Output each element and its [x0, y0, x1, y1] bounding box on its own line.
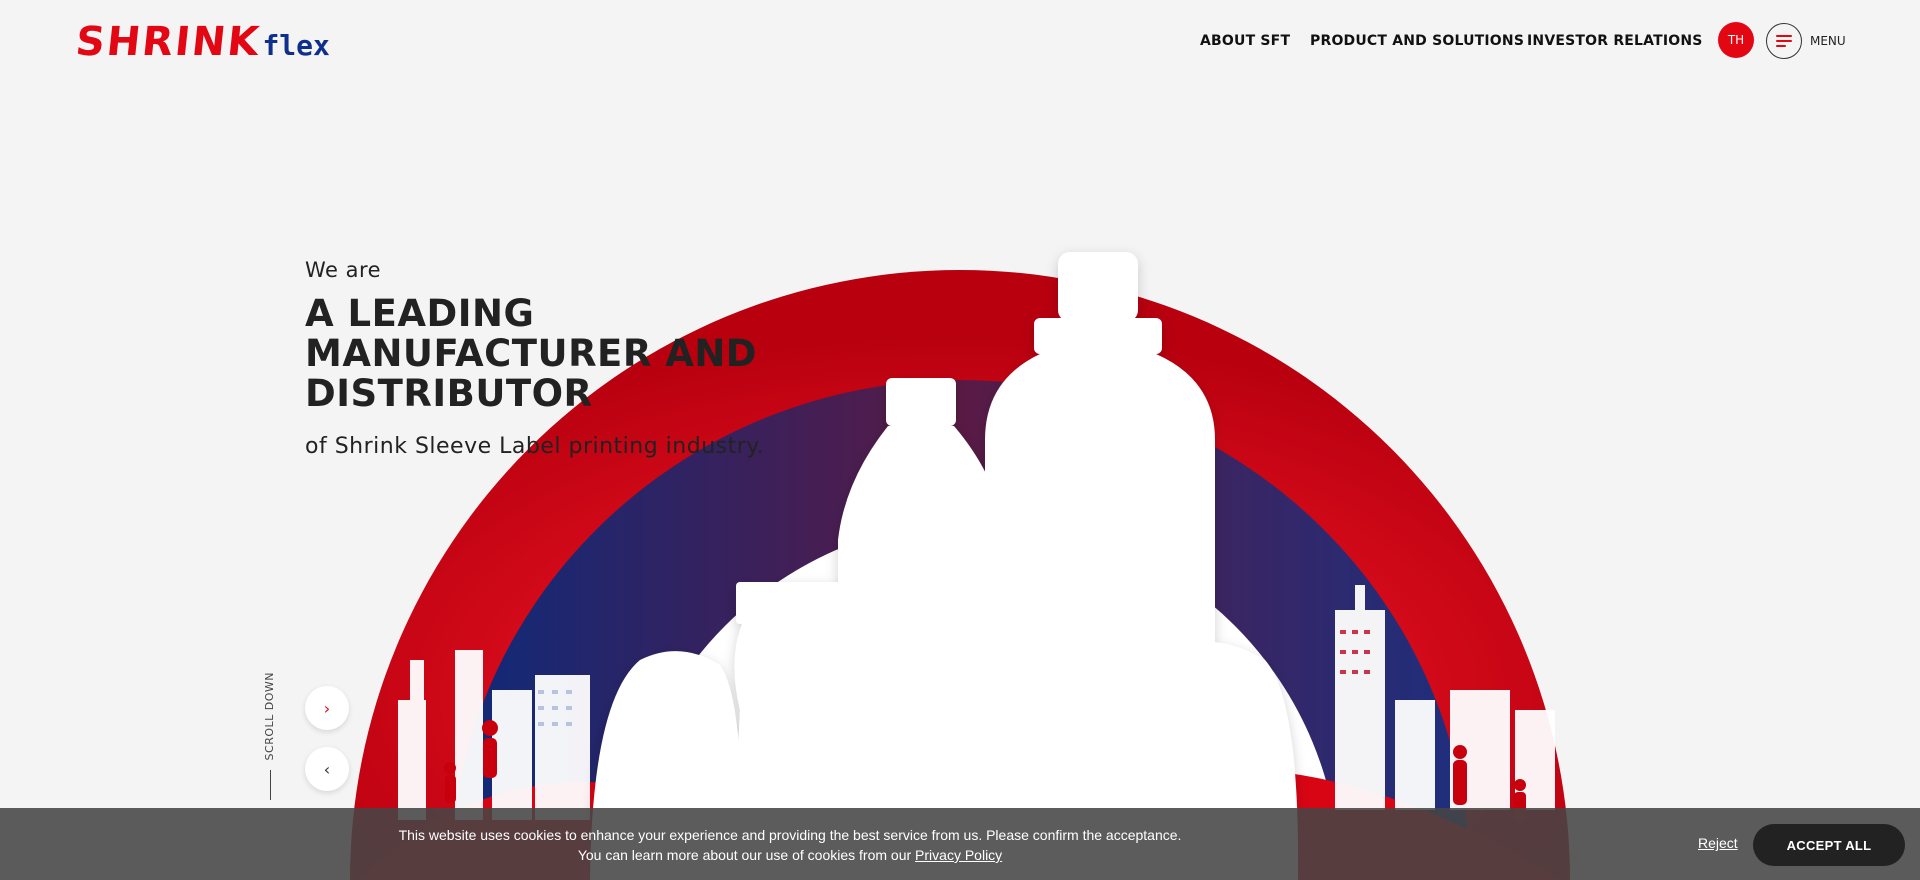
cookie-line-1: This website uses cookies to enhance you… [398, 827, 1182, 843]
brand-logo[interactable]: SHRINK flex [73, 18, 330, 65]
next-slide-button[interactable]: › [305, 686, 349, 730]
site-header: SHRINK flex ABOUT SFT PRODUCT AND SOLUTI… [0, 0, 1920, 82]
cookie-line-2: You can learn more about our use of cook… [340, 845, 1240, 865]
nav-products[interactable]: PRODUCT AND SOLUTIONS [1310, 33, 1524, 49]
headline-line-1: A LEADING [305, 292, 535, 335]
chevron-right-icon: › [323, 698, 331, 718]
logo-main: SHRINK [73, 19, 263, 65]
scroll-indicator-line [270, 770, 271, 800]
nav-investor[interactable]: INVESTOR RELATIONS [1527, 33, 1703, 49]
prev-slide-button[interactable]: ‹ [305, 747, 349, 791]
logo-sub: flex [262, 29, 330, 62]
headline-line-2: MANUFACTURER AND [305, 332, 758, 375]
cookie-consent-bar: This website uses cookies to enhance you… [0, 808, 1920, 880]
hero-text: We are A LEADING MANUFACTURER AND DISTRI… [305, 258, 785, 459]
menu-button[interactable] [1766, 23, 1802, 59]
hamburger-icon [1776, 35, 1792, 37]
chevron-left-icon: ‹ [323, 759, 331, 779]
cookie-line-2-text: You can learn more about our use of cook… [577, 847, 916, 863]
hero-intro: We are [305, 258, 382, 282]
hero-subline: of Shrink Sleeve Label printing industry… [305, 434, 765, 459]
privacy-policy-link[interactable]: Privacy Policy [915, 847, 1002, 863]
menu-label[interactable]: MENU [1810, 34, 1846, 48]
hero-headline: A LEADING MANUFACTURER AND DISTRIBUTOR [305, 294, 785, 414]
language-toggle-button[interactable]: TH [1718, 22, 1754, 58]
headline-line-3: DISTRIBUTOR [305, 372, 593, 415]
cookie-message: This website uses cookies to enhance you… [340, 825, 1240, 865]
reject-cookies-link[interactable]: Reject [1698, 835, 1738, 851]
hero-illustration [350, 252, 1570, 880]
nav-about[interactable]: ABOUT SFT [1200, 33, 1290, 49]
accept-all-button[interactable]: ACCEPT ALL [1753, 824, 1905, 866]
scroll-down-label[interactable]: SCROLL DOWN [263, 672, 276, 760]
